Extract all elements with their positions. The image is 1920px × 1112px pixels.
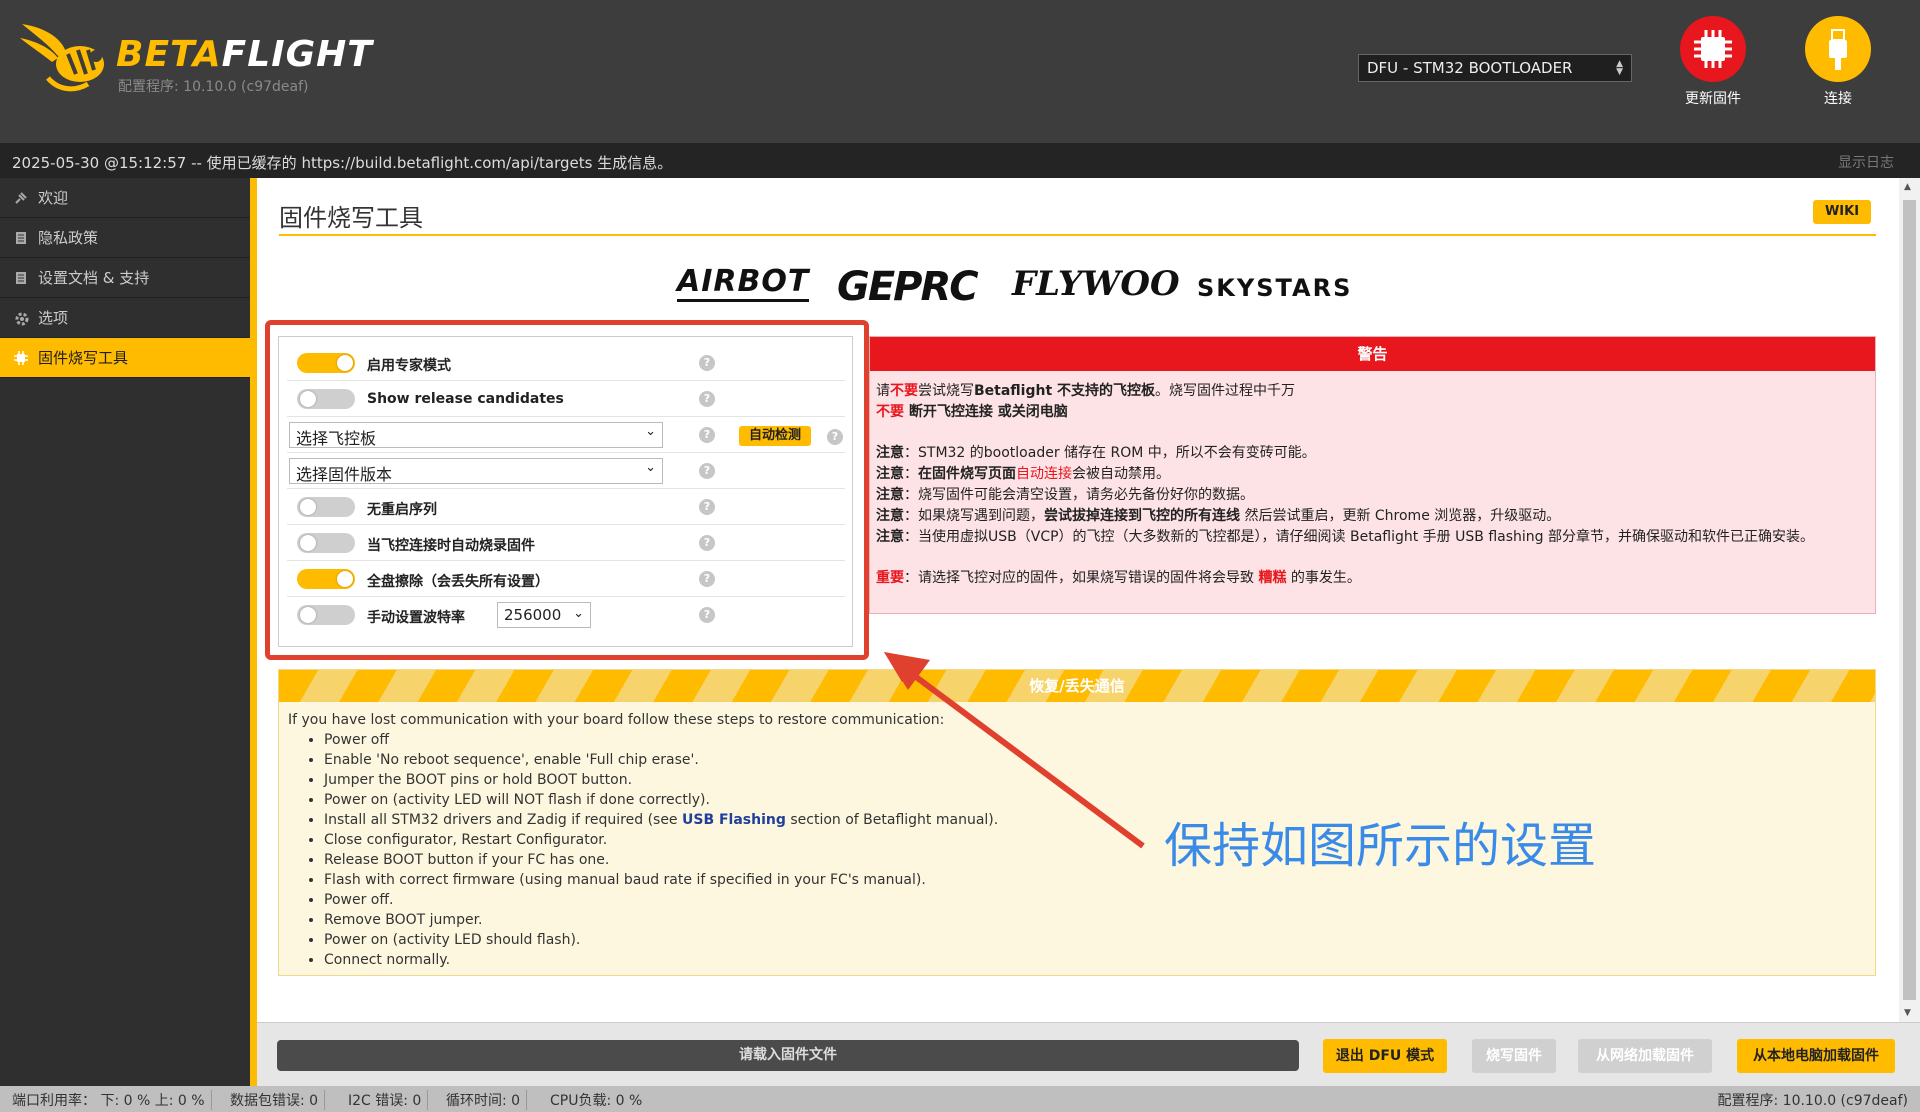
warning-line: 请不要尝试烧写Betaflight 不支持的飞控板。烧写固件过程中千万 [876, 383, 1296, 399]
sponsor-skystars-logo[interactable]: SKYSTARS [1197, 274, 1352, 302]
load-online-button[interactable]: 从网络加载固件 [1578, 1039, 1712, 1073]
status-bar: 端口利用率： 下: 0 % 上: 0 % 数据包错误: 0 I2C 错误: 0 … [0, 1086, 1920, 1112]
sponsor-logos: AIRBOT GEPRC FLYWOO SKYSTARS [677, 258, 1517, 328]
plug-icon [14, 191, 28, 205]
scroll-up-icon[interactable]: ▲ [1904, 182, 1911, 192]
sidebar-item-docs-support[interactable]: 设置文档 & 支持 [0, 258, 250, 298]
annotation-text: 保持如图所示的设置 [1164, 818, 1597, 874]
sidebar-item-label: 选项 [38, 309, 69, 327]
wiki-button[interactable]: WIKI [1813, 200, 1871, 224]
important-line: 重要：请选择飞控对应的固件，如果烧写错误的固件将会导致 糟糕 的事发生。 [876, 570, 1361, 586]
update-firmware-label: 更新固件 [1685, 91, 1741, 107]
list-item: Install all STM32 drivers and Zadig if r… [324, 810, 1866, 830]
main-scrollbar[interactable]: ▲ ▼ [1899, 178, 1920, 1022]
log-message: 2025-05-30 @15:12:57 -- 使用已缓存的 https://b… [12, 154, 673, 172]
title-divider [279, 234, 1876, 236]
note-line: 注意：烧写固件可能会清空设置，请务必先备份好你的数据。 [876, 487, 1254, 503]
sidebar-item-label: 设置文档 & 支持 [38, 269, 150, 287]
sidebar-item-label: 欢迎 [38, 189, 69, 207]
flash-firmware-button[interactable]: 烧写固件 [1472, 1039, 1556, 1073]
list-item: Power on (activity LED should flash). [324, 930, 1866, 950]
list-item: Power on (activity LED will NOT flash if… [324, 790, 1866, 810]
show-log-link[interactable]: 显示日志 [1838, 152, 1894, 172]
recovery-body: If you have lost communication with your… [279, 702, 1875, 978]
list-item: Close configurator, Restart Configurator… [324, 830, 1866, 850]
betaflight-logo: BETAFLIGHT 配置程序: 10.10.0 (c97deaf) [18, 18, 372, 98]
cpu-load: CPU负载: 0 % [550, 1093, 643, 1109]
sponsor-airbot-logo[interactable]: AIRBOT [677, 264, 810, 302]
list-item: Power off [324, 730, 1866, 750]
status-version: 配置程序: 10.10.0 (c97deaf) [1717, 1093, 1909, 1109]
list-item: Power off. [324, 890, 1866, 910]
sidebar-item-label: 固件烧写工具 [38, 349, 129, 367]
scrollbar-thumb[interactable] [1903, 200, 1916, 1000]
cycle-time: 循环时间: 0 [440, 1090, 528, 1110]
recovery-intro: If you have lost communication with your… [288, 712, 945, 728]
sponsor-flywoo-logo[interactable]: FLYWOO [1012, 264, 1180, 304]
port-select[interactable]: DFU - STM32 BOOTLOADER ▲ ▼ [1358, 54, 1632, 82]
page-title: 固件烧写工具 [279, 204, 423, 232]
list-item: Remove BOOT jumper. [324, 910, 1866, 930]
warning-body: 请不要尝试烧写Betaflight 不支持的飞控板。烧写固件过程中千万 不要 断… [870, 371, 1875, 599]
connect-button[interactable]: 连接 [1793, 16, 1883, 108]
warning-panel: 警告 请不要尝试烧写Betaflight 不支持的飞控板。烧写固件过程中千万 不… [869, 336, 1876, 614]
warning-line: 不要 断开飞控连接 或关闭电脑 [876, 404, 1068, 420]
sidebar-accent-edge [250, 178, 257, 1086]
sidebar-item-options[interactable]: 选项 [0, 298, 250, 338]
configurator-version: 配置程序: 10.10.0 (c97deaf) [118, 79, 309, 95]
chip-icon [14, 350, 28, 365]
connect-label: 连接 [1824, 91, 1852, 107]
sponsor-geprc-logo[interactable]: GEPRC [837, 264, 979, 310]
packet-errors: 数据包错误: 0 [224, 1090, 326, 1110]
usb-flashing-link[interactable]: USB Flashing [682, 812, 786, 828]
i2c-errors: I2C 错误: 0 [342, 1090, 429, 1110]
note-line: 注意：在固件烧写页面自动连接会被自动禁用。 [876, 466, 1170, 482]
recovery-title: 恢复/丢失通信 [279, 670, 1875, 702]
log-bar: 2025-05-30 @15:12:57 -- 使用已缓存的 https://b… [0, 143, 1920, 178]
gear-icon [14, 311, 29, 325]
warning-title: 警告 [870, 337, 1875, 371]
app-header: BETAFLIGHT 配置程序: 10.10.0 (c97deaf) DFU -… [0, 0, 1920, 143]
sidebar: 欢迎 隐私政策 设置文档 & 支持 选项 固件烧写工具 [0, 178, 250, 1086]
sidebar-item-label: 隐私政策 [38, 229, 99, 247]
note-line: 注意：当使用虚拟USB（VCP）的飞控（大多数新的飞控都是），请仔细阅读 Bet… [876, 529, 1814, 545]
note-line: 注意：STM32 的bootloader 储存在 ROM 中，所以不会有变砖可能… [876, 445, 1316, 461]
sidebar-item-firmware-flasher[interactable]: 固件烧写工具 [0, 338, 250, 378]
sidebar-item-privacy[interactable]: 隐私政策 [0, 218, 250, 258]
document-icon [14, 271, 28, 285]
recovery-steps: Power off Enable 'No reboot sequence', e… [324, 730, 1866, 970]
list-item: Release BOOT button if your FC has one. [324, 850, 1866, 870]
bee-logo-icon [20, 24, 104, 92]
list-item: Flash with correct firmware (using manua… [324, 870, 1866, 890]
load-firmware-bar: 请载入固件文件 [277, 1040, 1299, 1071]
usb-plug-icon [1805, 16, 1871, 82]
note-line: 注意：如果烧写遇到问题，尝试拔掉连接到飞控的所有连线 然后尝试重启，更新 Chr… [876, 508, 1561, 524]
chip-icon [1680, 16, 1746, 82]
port-select-value: DFU - STM32 BOOTLOADER [1367, 59, 1573, 77]
update-firmware-button[interactable]: 更新固件 [1668, 16, 1758, 108]
recovery-panel: 恢复/丢失通信 If you have lost communication w… [278, 669, 1876, 976]
port-utilization: 端口利用率： 下: 0 % 上: 0 % [6, 1090, 212, 1110]
updown-arrows-icon: ▲ ▼ [1616, 59, 1623, 77]
annotation-highlight-frame [265, 320, 869, 660]
document-icon [14, 231, 28, 245]
brand-name: BETAFLIGHT [116, 34, 373, 75]
bottom-toolbar: 请载入固件文件 退出 DFU 模式 烧写固件 从网络加载固件 从本地电脑加载固件 [257, 1022, 1920, 1086]
list-item: Jumper the BOOT pins or hold BOOT button… [324, 770, 1866, 790]
sidebar-item-welcome[interactable]: 欢迎 [0, 178, 250, 218]
load-local-button[interactable]: 从本地电脑加载固件 [1737, 1039, 1895, 1073]
exit-dfu-button[interactable]: 退出 DFU 模式 [1323, 1039, 1447, 1073]
list-item: Connect normally. [324, 950, 1866, 970]
list-item: Enable 'No reboot sequence', enable 'Ful… [324, 750, 1866, 770]
scroll-down-icon[interactable]: ▼ [1904, 1008, 1911, 1018]
